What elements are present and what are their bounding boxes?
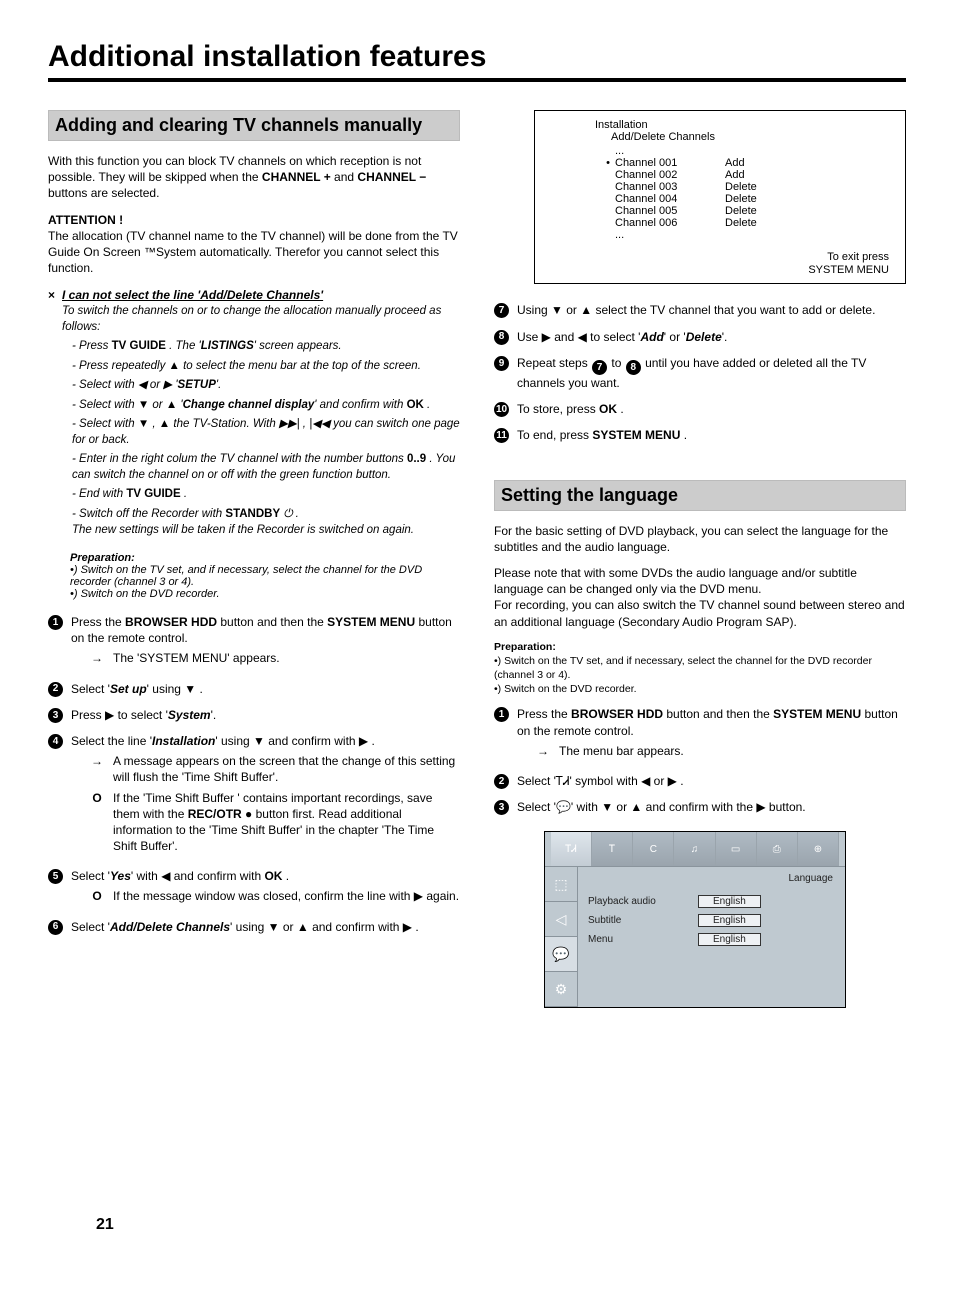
osd-setting-row: SubtitleEnglish <box>588 914 835 927</box>
preparation-block: Preparation: •) Switch on the TV set, an… <box>70 552 460 600</box>
step-badge-2: 2 <box>494 774 509 789</box>
osd-row: Channel 006Delete <box>601 217 889 229</box>
inline-badge-7: 7 <box>592 360 607 375</box>
osd-language-menu: ᎢᏗ Ꭲ C ♫ ▭ ⎙ ⊕ ⬚ ◁ 💬 ⚙ Language Playbac <box>544 831 846 1008</box>
inline-badge-8: 8 <box>626 360 641 375</box>
arrow-icon: → <box>89 753 105 785</box>
section-heading-channels: Adding and clearing TV channels manually <box>48 110 460 141</box>
step-8: 8 Use ▶ and ◀ to select 'Add' or 'Delete… <box>494 329 906 345</box>
section-heading-language: Setting the language <box>494 480 906 511</box>
title-underline <box>48 78 906 82</box>
sidebar-icon: ⬚ <box>545 867 577 902</box>
osd-tabs: ᎢᏗ Ꭲ C ♫ ▭ ⎙ ⊕ <box>545 832 845 867</box>
step-10: 10 To store, press OK . <box>494 401 906 417</box>
step-badge-11: 11 <box>494 428 509 443</box>
step-1: 1 Press the BROWSER HDD button and then … <box>48 614 460 671</box>
step-badge-3: 3 <box>494 800 509 815</box>
osd-language-label: Language <box>789 873 834 884</box>
osd-setting-row: MenuEnglish <box>588 933 835 946</box>
left-column: Adding and clearing TV channels manually… <box>48 110 460 1008</box>
tab-icon: ⎙ <box>757 832 798 866</box>
tab-icon: ᎢᏗ <box>551 832 592 866</box>
troubleshoot-title: I can not select the line 'Add/Delete Ch… <box>62 288 460 302</box>
lang-preparation: Preparation: •) Switch on the TV set, an… <box>494 640 906 697</box>
osd-channel-list: Installation Add/Delete Channels ... •Ch… <box>534 110 906 284</box>
step-badge-6: 6 <box>48 920 63 935</box>
sidebar-icon: 💬 <box>545 937 577 972</box>
step-badge-1: 1 <box>494 707 509 722</box>
step-3: 3 Press ▶ to select 'System'. <box>48 707 460 723</box>
step-badge-10: 10 <box>494 402 509 417</box>
tab-icon: ♫ <box>674 832 715 866</box>
osd-sidebar: ⬚ ◁ 💬 ⚙ <box>545 867 578 1007</box>
osd-row: •Channel 001Add <box>601 157 889 169</box>
step-4: 4 Select the line 'Installation' using ▼… <box>48 733 460 858</box>
step-11: 11 To end, press SYSTEM MENU . <box>494 427 906 443</box>
tab-icon: ▭ <box>716 832 757 866</box>
step-badge-3: 3 <box>48 708 63 723</box>
step-badge-5: 5 <box>48 869 63 884</box>
intro-paragraph: With this function you can block TV chan… <box>48 153 460 202</box>
osd-row: Channel 003Delete <box>601 181 889 193</box>
step-9: 9 Repeat steps 7 to 8 until you have add… <box>494 355 906 391</box>
step-badge-4: 4 <box>48 734 63 749</box>
osd-row: Channel 002Add <box>601 169 889 181</box>
arrow-icon: → <box>89 650 105 666</box>
step-badge-7: 7 <box>494 303 509 318</box>
right-column: Installation Add/Delete Channels ... •Ch… <box>494 110 906 1008</box>
osd-row: Channel 004Delete <box>601 193 889 205</box>
page-title: Additional installation features <box>48 40 906 74</box>
step-badge-1: 1 <box>48 615 63 630</box>
lang-paragraph-1: For the basic setting of DVD playback, y… <box>494 523 906 555</box>
step-6: 6 Select 'Add/Delete Channels' using ▼ o… <box>48 919 460 935</box>
osd-row: Channel 005Delete <box>601 205 889 217</box>
step-2: 2 Select 'Set up' using ▼ . <box>48 681 460 697</box>
lang-step-1: 1 Press the BROWSER HDD button and then … <box>494 706 906 763</box>
lang-step-2: 2 Select 'ᎢᏗ' symbol with ◀ or ▶ . <box>494 773 906 789</box>
step-badge-2: 2 <box>48 682 63 697</box>
tab-icon: C <box>633 832 674 866</box>
tab-icon: ⊕ <box>798 832 839 866</box>
troubleshoot-block: I can not select the line 'Add/Delete Ch… <box>48 288 460 538</box>
step-7: 7 Using ▼ or ▲ select the TV channel tha… <box>494 302 906 318</box>
bullet-o-icon: O <box>89 888 105 904</box>
arrow-icon: → <box>535 743 551 759</box>
step-5: 5 Select 'Yes' with ◀ and confirm with O… <box>48 868 460 908</box>
step-badge-8: 8 <box>494 330 509 345</box>
page-number: 21 <box>96 1216 114 1234</box>
step-badge-9: 9 <box>494 356 509 371</box>
osd-setting-row: Playback audioEnglish <box>588 895 835 908</box>
bullet-o-icon: O <box>89 790 105 855</box>
lang-step-3: 3 Select '💬' with ▼ or ▲ and confirm wit… <box>494 799 906 815</box>
sidebar-icon: ⚙ <box>545 972 577 1007</box>
attention-block: ATTENTION ! The allocation (TV channel n… <box>48 212 460 277</box>
sidebar-icon: ◁ <box>545 902 577 937</box>
tab-icon: Ꭲ <box>592 832 633 866</box>
lang-paragraph-2: Please note that with some DVDs the audi… <box>494 565 906 630</box>
